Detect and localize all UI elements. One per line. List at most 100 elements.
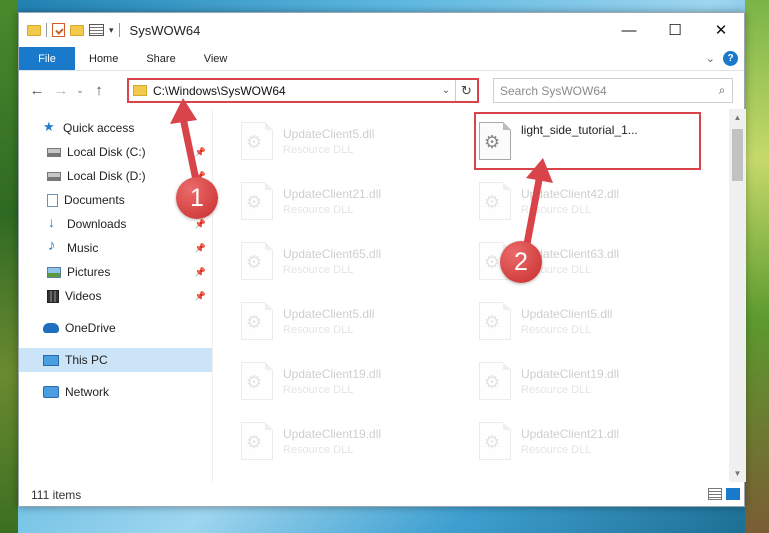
file-item[interactable]: UpdateClient42.dll Resource DLL	[479, 177, 699, 225]
search-input[interactable]: Search SysWOW64	[500, 84, 712, 98]
file-type: Resource DLL	[521, 203, 592, 216]
pin-icon[interactable]: 📌	[195, 243, 206, 254]
dll-file-icon	[479, 422, 511, 460]
sidebar-item-pictures[interactable]: Pictures 📌	[19, 260, 212, 284]
sidebar-item-onedrive[interactable]: OneDrive	[19, 316, 212, 340]
quick-access-toolbar: ▾	[19, 23, 120, 37]
videos-icon	[47, 289, 59, 303]
file-name: UpdateClient21.dll	[283, 186, 382, 201]
pictures-icon	[47, 266, 61, 278]
status-bar: 111 items	[19, 482, 746, 508]
dll-file-icon	[241, 122, 273, 160]
tab-file[interactable]: File	[19, 47, 75, 70]
file-item[interactable]: UpdateClient5.dll Resource DLL	[241, 117, 461, 165]
pin-icon[interactable]: 📌	[195, 267, 206, 278]
sidebar-item-local-disk-c[interactable]: Local Disk (C:) 📌	[19, 140, 212, 164]
star-icon	[43, 119, 57, 135]
file-name: UpdateClient19.dll	[283, 366, 382, 381]
scroll-up-icon[interactable]: ▲	[729, 109, 746, 126]
sidebar-item-label: OneDrive	[65, 321, 116, 335]
new-folder-icon[interactable]	[70, 24, 84, 36]
view-switcher	[708, 488, 740, 500]
dll-file-icon	[241, 422, 273, 460]
pin-icon[interactable]: 📌	[195, 219, 206, 230]
file-item[interactable]: UpdateClient5.dll Resource DLL	[479, 297, 699, 345]
dll-file-icon	[479, 302, 511, 340]
file-item[interactable]: UpdateClient65.dll Resource DLL	[241, 237, 461, 285]
file-name: UpdateClient5.dll	[283, 306, 375, 321]
file-name: UpdateClient42.dll	[521, 186, 620, 201]
scroll-thumb[interactable]	[732, 129, 743, 181]
file-name: UpdateClient19.dll	[283, 426, 382, 441]
large-icons-view-icon[interactable]	[726, 488, 740, 500]
file-name: UpdateClient5.dll	[521, 306, 613, 321]
search-icon[interactable]: ⌕	[712, 83, 732, 98]
sidebar-item-label: Network	[65, 385, 110, 399]
file-list: UpdateClient5.dll Resource DLL UpdateClie…	[213, 109, 746, 482]
address-dropdown-icon[interactable]: ⌄	[437, 85, 455, 96]
sidebar-item-network[interactable]: Network	[19, 380, 212, 404]
disk-icon	[47, 171, 61, 181]
chevron-down-icon[interactable]: ⌄	[706, 52, 715, 65]
file-name: UpdateClient19.dll	[521, 366, 620, 381]
file-item[interactable]: UpdateClient5.dll Resource DLL	[241, 297, 461, 345]
sidebar-item-label: This PC	[65, 353, 108, 367]
customize-toolbar-icon[interactable]: ▾	[109, 25, 114, 36]
tab-share[interactable]: Share	[132, 47, 189, 70]
help-icon[interactable]: ?	[723, 51, 738, 66]
file-item[interactable]: UpdateClient19.dll Resource DLL	[479, 357, 699, 405]
downloads-icon	[47, 214, 61, 231]
pin-icon[interactable]: 📌	[195, 147, 206, 158]
navigation-pane: Quick access Local Disk (C:) 📌 Local Dis…	[19, 109, 213, 482]
minimize-button[interactable]: —	[606, 13, 652, 47]
recent-locations-button[interactable]: ⌄	[73, 85, 87, 96]
sidebar-item-videos[interactable]: Videos 📌	[19, 284, 212, 308]
sidebar-item-label: Documents	[64, 193, 125, 207]
address-bar[interactable]: C:\Windows\SysWOW64 ⌄ ↻	[127, 78, 479, 103]
close-button[interactable]: ✕	[698, 13, 744, 47]
music-icon	[47, 237, 61, 255]
item-count: 111 items	[31, 488, 82, 502]
file-type: Resource DLL	[283, 203, 354, 216]
folder-icon	[27, 24, 41, 36]
desktop-background-right	[745, 0, 769, 533]
file-explorer-window: ▾ SysWOW64 — ☐ ✕ File Home Share View ⌄ …	[18, 12, 746, 508]
sidebar-item-music[interactable]: Music 📌	[19, 236, 212, 260]
highlight-box	[474, 112, 701, 170]
tab-home[interactable]: Home	[75, 47, 132, 70]
scroll-down-icon[interactable]: ▼	[729, 465, 746, 482]
sidebar-item-downloads[interactable]: Downloads 📌	[19, 212, 212, 236]
tab-view[interactable]: View	[190, 47, 242, 70]
maximize-button[interactable]: ☐	[652, 13, 698, 47]
file-item[interactable]: UpdateClient21.dll Resource DLL	[479, 417, 699, 465]
sidebar-item-label: Downloads	[67, 217, 127, 231]
up-button[interactable]: ↑	[87, 82, 111, 99]
sidebar-item-label: Music	[67, 241, 99, 255]
sidebar-item-quick-access[interactable]: Quick access	[19, 116, 212, 140]
file-item[interactable]: UpdateClient19.dll Resource DLL	[241, 417, 461, 465]
sidebar-item-label: Quick access	[63, 121, 135, 135]
file-name: UpdateClient65.dll	[283, 246, 382, 261]
sidebar-item-this-pc[interactable]: This PC	[19, 348, 212, 372]
pin-icon[interactable]: 📌	[195, 291, 206, 302]
window-controls: — ☐ ✕	[606, 13, 744, 47]
search-box[interactable]: Search SysWOW64 ⌕	[493, 78, 733, 103]
back-button[interactable]: ←	[25, 82, 49, 99]
ribbon-right-controls: ⌄ ?	[706, 51, 738, 66]
file-item[interactable]: UpdateClient21.dll Resource DLL	[241, 177, 461, 225]
details-view-icon[interactable]	[708, 488, 722, 500]
address-path[interactable]: C:\Windows\SysWOW64	[153, 84, 437, 98]
refresh-icon[interactable]: ↻	[455, 80, 477, 101]
forward-button[interactable]: →	[49, 82, 73, 99]
view-options-icon[interactable]	[89, 24, 104, 36]
vertical-scrollbar[interactable]: ▲ ▼	[729, 109, 746, 482]
file-type: Resource DLL	[521, 383, 592, 396]
dll-file-icon	[479, 362, 511, 400]
sidebar-item-label: Videos	[65, 289, 102, 303]
file-item[interactable]: UpdateClient19.dll Resource DLL	[241, 357, 461, 405]
properties-icon[interactable]	[52, 23, 65, 37]
title-bar: ▾ SysWOW64 — ☐ ✕	[19, 13, 744, 47]
